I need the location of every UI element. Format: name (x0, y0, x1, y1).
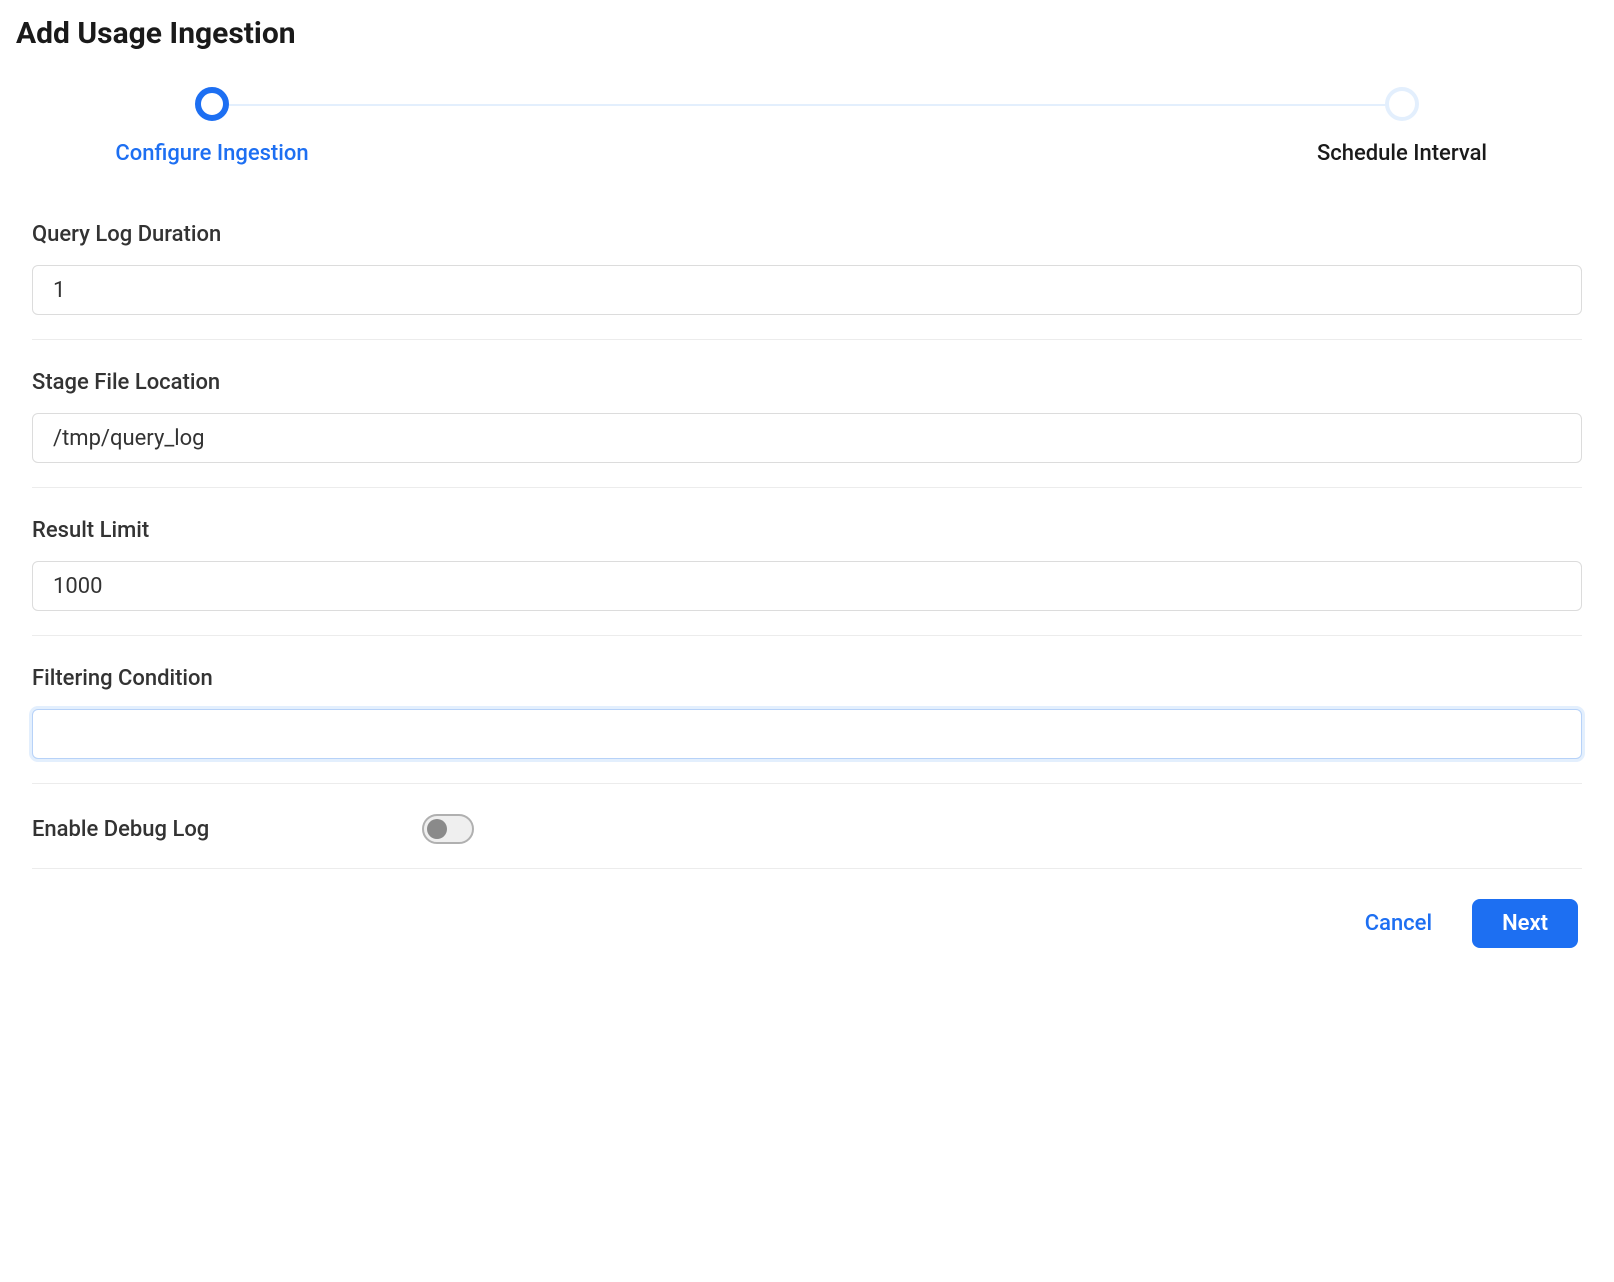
step-label: Configure Ingestion (115, 141, 308, 166)
form-wrapper: Query Log Duration Stage File Location R… (32, 222, 1582, 948)
result-limit-label: Result Limit (32, 518, 1582, 543)
enable-debug-log-toggle[interactable] (422, 814, 474, 844)
stage-file-location-input[interactable] (32, 413, 1582, 463)
next-button[interactable]: Next (1472, 899, 1578, 948)
form-group-query-log-duration: Query Log Duration (32, 222, 1582, 340)
filtering-condition-label: Filtering Condition (32, 666, 1582, 691)
query-log-duration-input[interactable] (32, 265, 1582, 315)
step-circle-inactive-icon (1385, 87, 1419, 121)
form-group-result-limit: Result Limit (32, 518, 1582, 636)
page-title: Add Usage Ingestion (16, 16, 1598, 51)
stage-file-location-label: Stage File Location (32, 370, 1582, 395)
query-log-duration-label: Query Log Duration (32, 222, 1582, 247)
form-group-filtering-condition: Filtering Condition (32, 666, 1582, 784)
step-configure-ingestion[interactable]: Configure Ingestion (32, 87, 392, 166)
form-group-enable-debug-log: Enable Debug Log (32, 814, 1582, 869)
stepper: Configure Ingestion Schedule Interval (32, 87, 1582, 166)
cancel-button[interactable]: Cancel (1365, 911, 1432, 936)
step-label: Schedule Interval (1317, 141, 1487, 166)
toggle-knob-icon (427, 819, 447, 839)
step-schedule-interval[interactable]: Schedule Interval (1222, 87, 1582, 166)
enable-debug-log-label: Enable Debug Log (32, 817, 422, 842)
step-circle-active-icon (195, 87, 229, 121)
form-group-stage-file-location: Stage File Location (32, 370, 1582, 488)
filtering-condition-input[interactable] (32, 709, 1582, 759)
result-limit-input[interactable] (32, 561, 1582, 611)
button-row: Cancel Next (32, 899, 1582, 948)
